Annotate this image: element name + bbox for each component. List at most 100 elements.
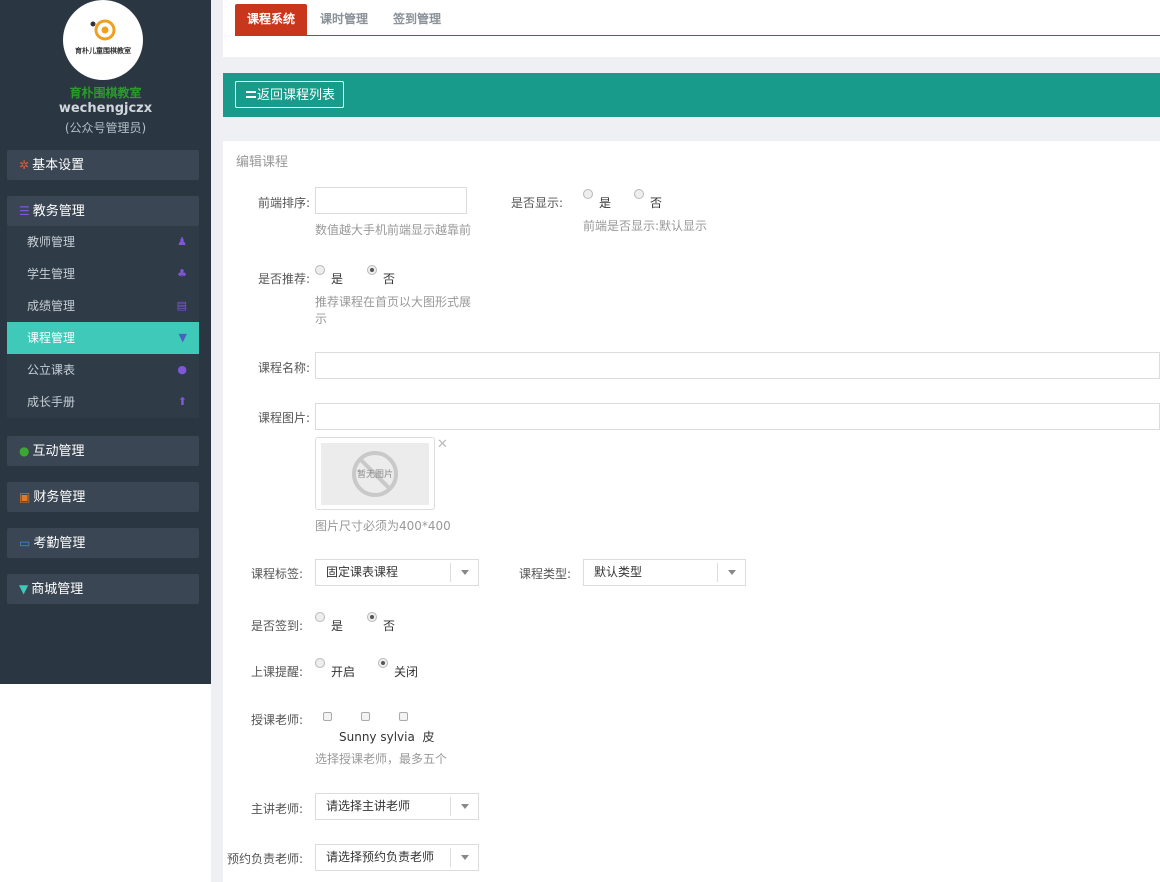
course-name-input[interactable] [315, 352, 1160, 379]
academic-submenu: 教师管理 ♟ 学生管理 ♣ 成绩管理 ▤ 课程管理 ▼ 公立课表 ● 成长手册 ⬆ [7, 226, 199, 418]
recommend-no-radio[interactable] [367, 265, 377, 275]
image-placeholder: 暂无图片 [321, 443, 429, 505]
main-teacher-value: 请选择主讲老师 [326, 799, 411, 813]
action-bar: 返回课程列表 [223, 73, 1160, 117]
show-yes-radio[interactable] [583, 189, 593, 199]
sidebar-item-label: 学生管理 [27, 267, 76, 281]
remove-image-icon[interactable]: ✕ [437, 437, 448, 452]
chevron-down-icon [450, 797, 478, 816]
course-tag-label: 课程标签: [250, 567, 303, 581]
recommend-hint-line: 示 [315, 312, 328, 326]
recommend-yes-text: 是 [331, 272, 344, 286]
wechat-icon: ● [19, 444, 30, 458]
sidebar-item-grades[interactable]: 成绩管理 ▤ [7, 290, 199, 322]
sidebar-group-label: 商城管理 [31, 582, 84, 597]
booking-teacher-select[interactable]: 请选择预约负责老师 [315, 844, 479, 871]
book-icon: ▤ [176, 299, 187, 312]
money-icon: ▣ [19, 490, 31, 504]
tabs-panel: 课程系统 课时管理 签到管理 [223, 0, 1160, 57]
card-icon: ▭ [19, 536, 31, 550]
users-icon: ♣ [177, 267, 187, 280]
user-role: (公众号管理员) [64, 121, 147, 135]
teacher-checkbox-sylvia[interactable] [361, 712, 370, 721]
remind-label: 上课提醒: [250, 665, 303, 679]
show-hint: 前端是否显示:默认显示 [583, 219, 708, 233]
teacher-checkbox-sunny[interactable] [323, 712, 332, 721]
recommend-hint-line: 推荐课程在首页以大图形式展 [315, 295, 472, 309]
logo-mark-icon [90, 19, 116, 41]
recommend-no-text: 否 [383, 272, 396, 286]
sidebar-group-academic[interactable]: ☰ 教务管理 [7, 196, 199, 226]
teacher-checkbox-pi[interactable] [399, 712, 408, 721]
sidebar-group-finance[interactable]: ▣ 财务管理 [7, 482, 199, 512]
globe-icon: ● [177, 363, 187, 376]
sidebar-item-label: 课程管理 [27, 331, 76, 345]
signin-yes-text: 是 [331, 619, 344, 633]
signin-no-text: 否 [383, 619, 396, 633]
main-content: 课程系统 课时管理 签到管理 返回课程列表 编辑课程 前端排序: 数值越大手机前… [211, 0, 1160, 882]
recommend-label: 是否推荐: [257, 272, 310, 286]
sidebar-group-label: 考勤管理 [33, 536, 86, 551]
show-yes-text: 是 [599, 196, 612, 210]
tab-lesson-management[interactable]: 课时管理 [308, 4, 380, 35]
sidebar-item-students[interactable]: 学生管理 ♣ [7, 258, 199, 290]
course-type-select[interactable]: 默认类型 [583, 559, 746, 586]
sidebar-item-teachers[interactable]: 教师管理 ♟ [7, 226, 199, 258]
sidebar-item-growth-handbook[interactable]: 成长手册 ⬆ [7, 386, 199, 418]
sidebar-group-interaction[interactable]: ● 互动管理 [7, 436, 199, 466]
sidebar-item-label: 公立课表 [27, 363, 76, 377]
show-no-text: 否 [650, 196, 663, 210]
list-icon [246, 91, 256, 98]
logo: 育朴儿童围棋教室 [63, 0, 143, 80]
course-image-label: 课程图片: [257, 411, 310, 425]
booking-teacher-label: 预约负责老师: [226, 852, 303, 866]
tab-course-system[interactable]: 课程系统 [235, 4, 308, 35]
teacher-names: Sunny sylvia 皮 [339, 730, 435, 744]
teachers-hint: 选择授课老师，最多五个 [315, 752, 448, 766]
back-button-label: 返回课程列表 [257, 87, 336, 102]
course-name-label: 课程名称: [257, 361, 310, 375]
list-icon: ☰ [19, 204, 30, 218]
course-image-input[interactable] [315, 403, 1160, 430]
show-no-radio[interactable] [634, 189, 644, 199]
sidebar-group-attendance[interactable]: ▭ 考勤管理 [7, 528, 199, 558]
signin-no-radio[interactable] [367, 612, 377, 622]
tab-signin-management[interactable]: 签到管理 [381, 4, 453, 35]
main-teacher-select[interactable]: 请选择主讲老师 [315, 793, 479, 820]
sidebar-item-public-schedule[interactable]: 公立课表 ● [7, 354, 199, 386]
sidebar-group-label: 财务管理 [33, 490, 86, 505]
sidebar-item-label: 教师管理 [27, 235, 76, 249]
main-teacher-label: 主讲老师: [250, 802, 303, 816]
image-preview: 暂无图片 [315, 437, 435, 510]
sidebar-item-courses[interactable]: 课程管理 ▼ [7, 322, 199, 354]
chevron-down-icon [450, 563, 478, 582]
sort-input[interactable] [315, 187, 467, 214]
sidebar-group-label: 基本设置 [32, 158, 85, 173]
logo-text: 育朴儿童围棋教室 [75, 47, 131, 55]
form-title: 编辑课程 [236, 155, 289, 170]
signin-yes-radio[interactable] [315, 612, 325, 622]
remind-off-radio[interactable] [378, 658, 388, 668]
sidebar-group-mall[interactable]: ▼ 商城管理 [7, 574, 199, 604]
course-tag-value: 固定课表课程 [326, 565, 399, 579]
sidebar: 育朴儿童围棋教室 育朴围棋教室 wechengjczx (公众号管理员) ✲ 基本… [0, 0, 211, 684]
sidebar-group-basic[interactable]: ✲ 基本设置 [7, 150, 199, 180]
sidebar-item-label: 成绩管理 [27, 299, 76, 313]
recommend-hint: 推荐课程在首页以大图形式展 示 [315, 294, 471, 328]
chevron-down-icon [717, 563, 745, 582]
recommend-yes-radio[interactable] [315, 265, 325, 275]
org-name: 育朴围棋教室 [69, 86, 142, 100]
tabs-underline [235, 35, 1160, 36]
remind-on-radio[interactable] [315, 658, 325, 668]
chevron-down-icon [450, 848, 478, 867]
back-to-list-button[interactable]: 返回课程列表 [235, 81, 345, 108]
show-label: 是否显示: [510, 196, 563, 210]
remind-on-text: 开启 [331, 665, 356, 679]
sort-hint: 数值越大手机前端显示越靠前 [315, 223, 472, 237]
gear-icon: ✲ [19, 158, 30, 172]
cart-icon: ▼ [19, 582, 29, 596]
course-tag-select[interactable]: 固定课表课程 [315, 559, 479, 586]
sidebar-group-label: 互动管理 [32, 444, 85, 459]
teachers-label: 授课老师: [250, 713, 303, 727]
no-image-text: 暂无图片 [356, 470, 393, 480]
